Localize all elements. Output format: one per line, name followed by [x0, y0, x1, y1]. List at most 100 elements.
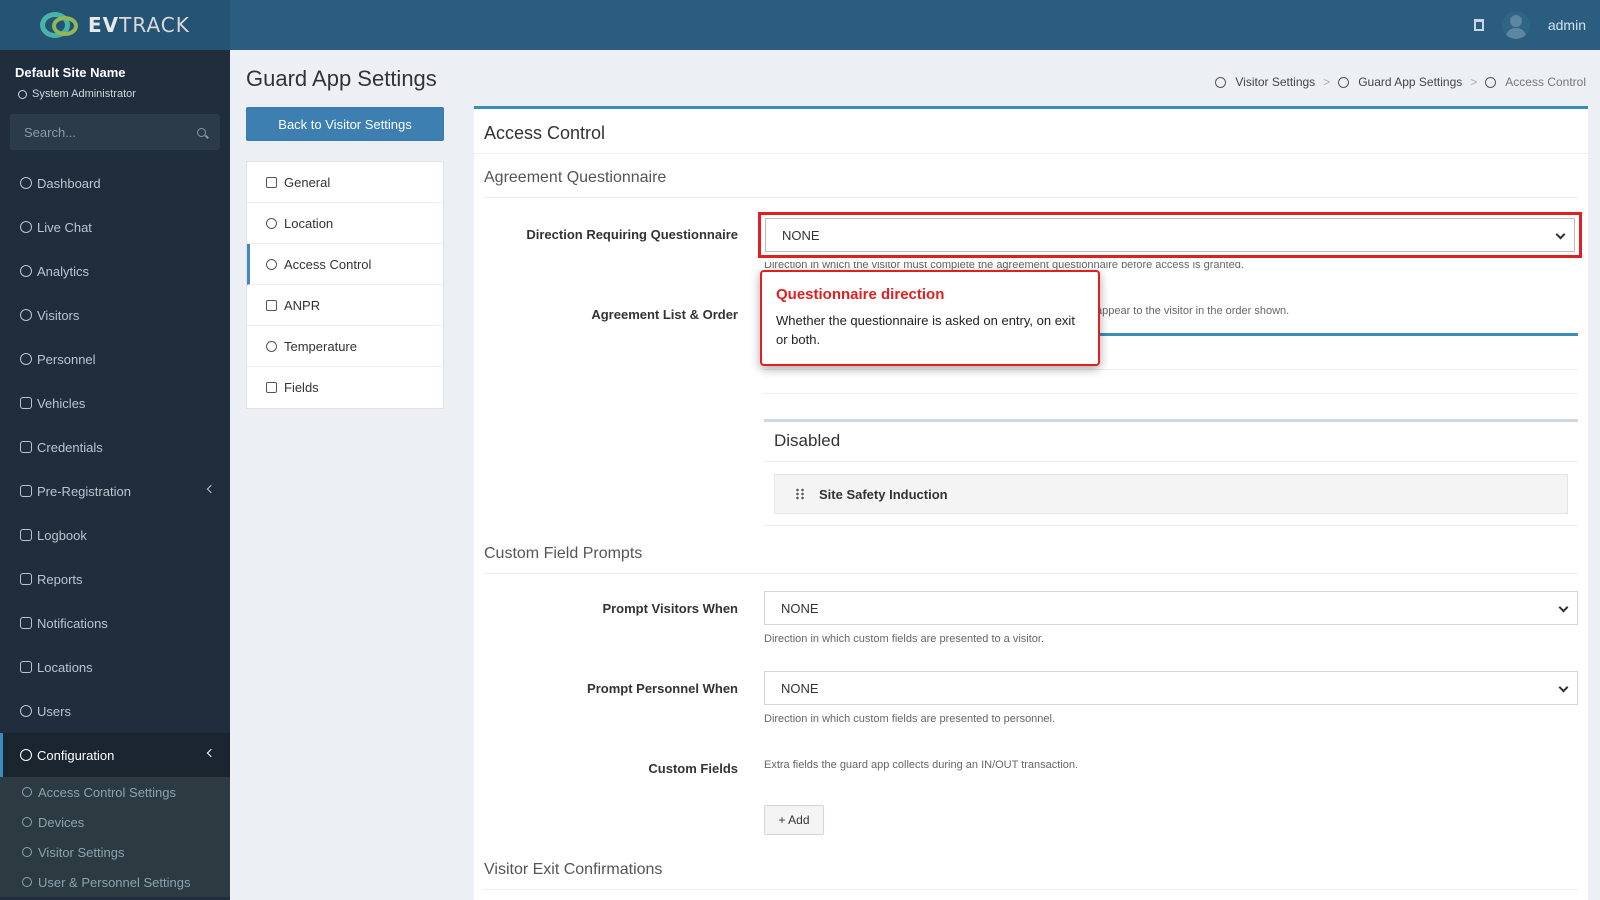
- sidebar-item-configuration[interactable]: Configuration: [0, 733, 230, 777]
- chevron-down-icon: [1558, 682, 1569, 693]
- sidebar-item-pre-registration[interactable]: Pre-Registration: [0, 469, 230, 513]
- breadcrumb-access-control: Access Control: [1505, 75, 1586, 89]
- shield-icon: [1338, 76, 1350, 88]
- sidebar-item-visitors[interactable]: Visitors: [0, 293, 230, 337]
- chat-icon: [20, 617, 32, 629]
- configuration-submenu: Access Control Settings Devices Visitor …: [0, 777, 230, 897]
- header-right: admin: [1473, 0, 1586, 50]
- prompt-personnel-label: Prompt Personnel When: [587, 681, 738, 696]
- menu-item-location[interactable]: Location: [247, 203, 443, 244]
- prompt-visitors-select[interactable]: NONE: [764, 591, 1578, 625]
- gear-icon: [20, 749, 32, 761]
- user-icon: [20, 353, 32, 365]
- subitem-access-control-settings[interactable]: Access Control Settings: [0, 777, 230, 807]
- sidebar-item-users[interactable]: Users: [0, 689, 230, 733]
- search-icon[interactable]: [197, 127, 206, 137]
- car-icon: [266, 299, 277, 311]
- sidebar-item-notifications[interactable]: Notifications: [0, 601, 230, 645]
- users-icon: [22, 877, 32, 887]
- sidebar-item-reports[interactable]: Reports: [0, 557, 230, 601]
- user-name[interactable]: admin: [1548, 17, 1586, 33]
- subitem-user-personnel-settings[interactable]: User & Personnel Settings: [0, 867, 230, 897]
- menu-item-fields[interactable]: Fields: [247, 367, 443, 408]
- menu-item-anpr[interactable]: ANPR: [247, 285, 443, 326]
- users-icon: [20, 705, 32, 717]
- logo-mark-icon: [40, 10, 82, 40]
- direction-label: Direction Requiring Questionnaire: [526, 227, 738, 242]
- direction-select-highlight: NONE: [758, 212, 1582, 258]
- subitem-visitor-settings[interactable]: Visitor Settings: [0, 837, 230, 867]
- divider: [764, 369, 1578, 370]
- menu-item-general[interactable]: General: [247, 162, 443, 203]
- book-icon: [20, 529, 32, 541]
- sidebar: Default Site Name System Administrator D…: [0, 50, 230, 900]
- chart-icon: [20, 573, 32, 585]
- eye-icon: [22, 847, 32, 857]
- sidebar-item-personnel[interactable]: Personnel: [0, 337, 230, 381]
- divider: [764, 393, 1578, 394]
- sidebar-item-logbook[interactable]: Logbook: [0, 513, 230, 557]
- sidebar-item-dashboard[interactable]: Dashboard: [0, 161, 230, 205]
- section-agreement-questionnaire: Agreement Questionnaire: [484, 169, 667, 186]
- custom-fields-help: Extra fields the guard app collects duri…: [764, 759, 1079, 771]
- site-name: Default Site Name: [15, 65, 126, 80]
- prompt-personnel-help: Direction in which custom fields are pre…: [764, 713, 1056, 725]
- panel-title: Access Control: [484, 123, 606, 143]
- add-custom-field-button[interactable]: + Add: [764, 805, 824, 835]
- back-to-visitor-settings-button[interactable]: Back to Visitor Settings: [246, 107, 444, 141]
- breadcrumb-separator: >: [1470, 75, 1478, 89]
- sidebar-item-locations[interactable]: Locations: [0, 645, 230, 689]
- top-header: EVTRACK admin: [0, 0, 1600, 50]
- breadcrumb-guard-app-settings[interactable]: Guard App Settings: [1358, 75, 1462, 89]
- divider: [474, 153, 1588, 154]
- gear-icon: [1485, 76, 1497, 88]
- sidebar-search: [10, 114, 220, 150]
- menu-item-access-control[interactable]: Access Control: [247, 244, 443, 285]
- sidebar-item-credentials[interactable]: Credentials: [0, 425, 230, 469]
- thermometer-icon: [266, 340, 277, 352]
- building-icon[interactable]: [1473, 19, 1484, 31]
- sidebar-item-vehicles[interactable]: Vehicles: [0, 381, 230, 425]
- agreement-item-site-safety-induction[interactable]: Site Safety Induction: [774, 474, 1568, 514]
- subitem-devices[interactable]: Devices: [0, 807, 230, 837]
- shield-check-icon: [266, 258, 277, 270]
- user-role: System Administrator: [18, 88, 136, 100]
- menu-item-temperature[interactable]: Temperature: [247, 326, 443, 367]
- eye-icon: [1215, 76, 1227, 88]
- breadcrumb-visitor-settings[interactable]: Visitor Settings: [1235, 75, 1315, 89]
- lock-icon: [22, 787, 32, 797]
- breadcrumb-separator: >: [1323, 75, 1331, 89]
- logo-text: EVTRACK: [88, 13, 190, 37]
- divider: [764, 461, 1578, 462]
- agreement-list-label: Agreement List & Order: [591, 307, 738, 322]
- tooltip-body: Whether the questionnaire is asked on en…: [776, 313, 1075, 347]
- id-card-icon: [20, 441, 32, 453]
- headset-icon: [20, 221, 32, 233]
- direction-requiring-questionnaire-select[interactable]: NONE: [765, 218, 1575, 252]
- analytics-icon: [20, 265, 32, 277]
- car-icon: [20, 397, 32, 409]
- user-icon: [18, 89, 27, 99]
- divider: [484, 573, 1578, 574]
- form-icon: [266, 382, 277, 393]
- sliders-icon: [266, 176, 277, 188]
- divider: [484, 197, 1578, 198]
- logo[interactable]: EVTRACK: [0, 0, 230, 50]
- divider: [484, 889, 1578, 890]
- prompt-personnel-select[interactable]: NONE: [764, 671, 1578, 705]
- sidebar-item-analytics[interactable]: Analytics: [0, 249, 230, 293]
- section-visitor-exit-confirmations: Visitor Exit Confirmations: [484, 861, 663, 878]
- sidebar-item-live-chat[interactable]: Live Chat: [0, 205, 230, 249]
- breadcrumb: Visitor Settings > Guard App Settings > …: [1215, 75, 1586, 89]
- chevron-left-icon: [206, 484, 216, 494]
- search-input[interactable]: [24, 124, 174, 140]
- prompt-visitors-label: Prompt Visitors When: [602, 601, 738, 616]
- disabled-list-title: Disabled: [774, 431, 841, 450]
- prompt-visitors-help: Direction in which custom fields are pre…: [764, 633, 1045, 645]
- section-custom-field-prompts: Custom Field Prompts: [484, 545, 643, 562]
- divider: [764, 525, 1578, 526]
- drag-handle-icon[interactable]: [795, 488, 805, 500]
- gear-icon: [22, 817, 32, 827]
- agreement-list-help: appear to the visitor in the order shown…: [1096, 305, 1290, 317]
- user-avatar[interactable]: [1501, 11, 1530, 39]
